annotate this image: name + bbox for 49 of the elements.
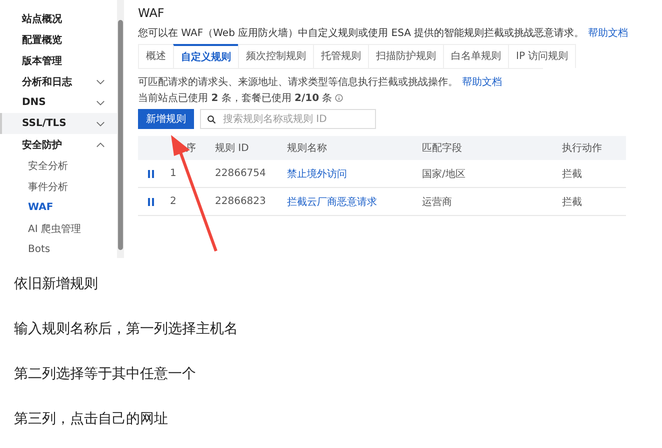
search-icon — [207, 115, 216, 124]
usage-text: 当前站点已使用 2 条，套餐已使用 2/10 条 — [138, 92, 332, 105]
table-cell-text: 国家/地区 — [422, 168, 466, 180]
table-cell-text: 拦截 — [562, 168, 583, 180]
search-field[interactable]: 搜索规则名称或规则 ID — [200, 109, 376, 129]
info-icon[interactable] — [335, 94, 344, 102]
table-cell-text: 2 — [170, 196, 178, 207]
column-header: 规则 ID — [215, 142, 250, 155]
paragraph: 第二列选择等于其中任意一个 — [14, 365, 197, 384]
note-text: 可匹配请求的请求头、来源地址、请求类型等信息执行拦截或挑战操作。 — [138, 77, 458, 88]
help-link[interactable]: 帮助文档 — [588, 28, 628, 39]
column-header: 规则名称 — [287, 142, 328, 155]
sidebar-item[interactable]: Bots — [0, 239, 117, 258]
tab[interactable]: IP 访问规则 — [508, 44, 576, 68]
column-header: 匹配字段 — [422, 142, 463, 155]
chevron-down-icon — [96, 78, 105, 84]
sidebar-item[interactable]: DNS — [0, 92, 117, 113]
chevron-down-icon — [96, 100, 105, 106]
sidebar-item[interactable]: 事件分析 — [0, 176, 117, 197]
chevron-down-icon — [96, 120, 105, 126]
table-cell-text: 拦截 — [562, 196, 583, 208]
sidebar-item[interactable]: 版本管理 — [0, 50, 117, 71]
sidebar-item[interactable]: 配置概览 — [0, 29, 117, 50]
chevron-up-icon — [96, 142, 105, 148]
sidebar-item[interactable]: WAF — [0, 197, 117, 218]
rule-name-link[interactable]: 拦截云厂商恶意请求 — [287, 194, 422, 208]
description: 您可以在 WAF（Web 应用防火墙）中自定义规则或使用 ESA 提供的智能规则拦截或挑战恶意请求。 — [138, 28, 584, 39]
paragraph: 输入规则名称后，第一列选择主机名 — [14, 320, 239, 339]
sidebar-item[interactable]: SSL/TLS — [0, 113, 117, 134]
drag-handle-icon[interactable] — [148, 198, 154, 206]
page-title: WAF — [138, 6, 166, 22]
paragraph: 依旧新增规则 — [14, 275, 99, 294]
add-rule-button[interactable]: 新增规则 — [138, 109, 194, 129]
sidebar-item[interactable]: 安全分析 — [0, 155, 117, 176]
table-cell-text: 22866754 — [215, 168, 267, 179]
sidebar-item[interactable]: AI 爬虫管理 — [0, 218, 117, 239]
help-link[interactable]: 帮助文档 — [462, 77, 502, 88]
sidebar-item[interactable]: 站点概况 — [0, 8, 117, 29]
tab[interactable]: 概述 — [138, 44, 174, 68]
rule-name-link[interactable]: 禁止境外访问 — [287, 166, 422, 180]
table-cell-text: 22866823 — [215, 196, 267, 207]
sidebar-item[interactable]: 安全防护 — [0, 134, 117, 155]
table-cell-text: 运营商 — [422, 196, 453, 208]
table-cell-text: 1 — [170, 168, 178, 179]
drag-handle-icon[interactable] — [148, 170, 154, 178]
column-header: 执行动作 — [562, 142, 603, 155]
scrollbar[interactable] — [117, 0, 124, 258]
paragraph: 第三列，点击自己的网址 — [14, 410, 169, 429]
sidebar-item[interactable]: 分析和日志 — [0, 71, 117, 92]
